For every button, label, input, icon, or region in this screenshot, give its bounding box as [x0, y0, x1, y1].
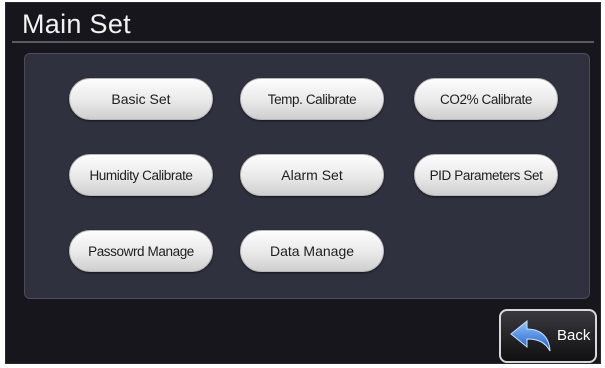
main-set-screen: Main Set Basic Set Temp. Calibrate CO2% …: [5, 2, 601, 364]
basic-set-button[interactable]: Basic Set: [69, 78, 213, 120]
password-manage-button[interactable]: Passowrd Manage: [69, 230, 213, 272]
back-button[interactable]: Back: [499, 309, 597, 363]
co2-calibrate-button[interactable]: CO2% Calibrate: [414, 78, 558, 120]
title-divider: [12, 41, 594, 43]
page-title: Main Set: [22, 9, 131, 39]
data-manage-button[interactable]: Data Manage: [240, 230, 384, 272]
temp-calibrate-button[interactable]: Temp. Calibrate: [240, 78, 384, 120]
humidity-calibrate-button[interactable]: Humidity Calibrate: [69, 154, 213, 196]
menu-panel: Basic Set Temp. Calibrate CO2% Calibrate…: [24, 53, 590, 299]
back-label: Back: [557, 327, 591, 344]
back-arrow-icon: [510, 319, 551, 352]
pid-parameters-set-button[interactable]: PID Parameters Set: [414, 154, 558, 196]
alarm-set-button[interactable]: Alarm Set: [240, 154, 384, 196]
